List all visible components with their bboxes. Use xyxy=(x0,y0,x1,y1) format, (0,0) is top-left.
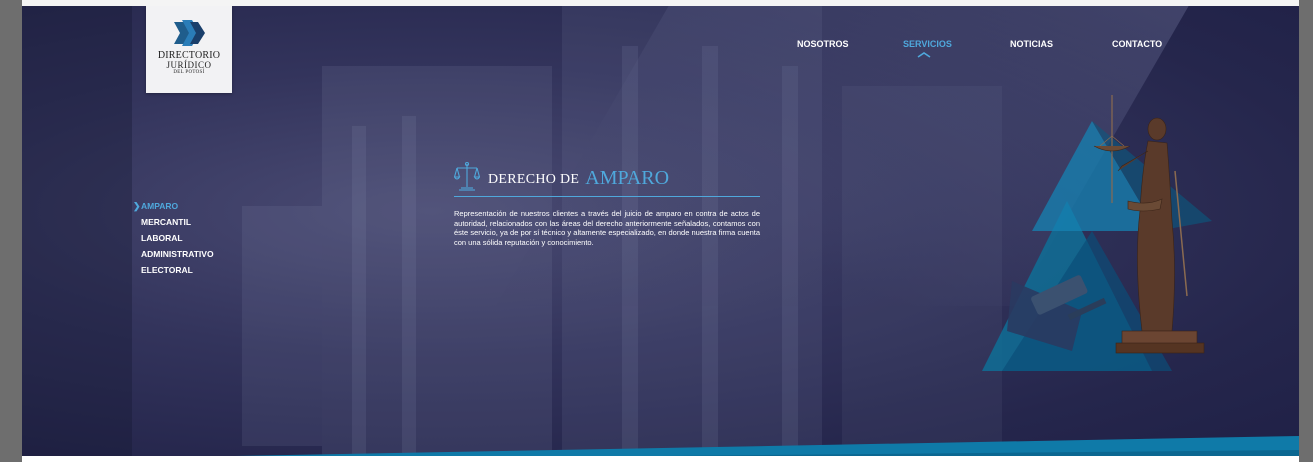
scales-of-justice-icon xyxy=(454,161,480,191)
sidebar-item-administrativo[interactable]: ADMINISTRATIVO xyxy=(133,246,214,262)
chevron-right-icon: ❯ xyxy=(133,201,141,211)
sidebar-item-laboral[interactable]: LABORAL xyxy=(133,230,214,246)
building-shadow-left xyxy=(22,6,132,462)
heading-title: AMPARO xyxy=(585,167,670,189)
sidebar-item-mercantil[interactable]: MERCANTIL xyxy=(133,214,214,230)
heading-divider xyxy=(454,196,760,197)
column xyxy=(402,116,416,456)
sidebar-item-amparo[interactable]: ❯ AMPARO xyxy=(133,198,214,214)
column xyxy=(352,126,366,456)
nav-item-nosotros[interactable]: NOSOTROS xyxy=(797,39,849,49)
heading-prefix: DERECHO DE xyxy=(488,172,580,187)
hero-section: DIRECTORIO JURÍDICO DEL POTOSÍ NOSOTROS … xyxy=(22,6,1299,462)
browser-frame-right xyxy=(1299,0,1313,462)
building-tower xyxy=(242,206,322,446)
browser-frame-left xyxy=(0,0,22,462)
nav-item-contacto[interactable]: CONTACTO xyxy=(1112,39,1162,49)
logo-chevrons-icon xyxy=(174,20,205,46)
page-bottom-strip xyxy=(22,456,1299,462)
service-content: DERECHO DE AMPARO Representación de nues… xyxy=(454,151,760,247)
service-heading: DERECHO DE AMPARO xyxy=(454,151,760,191)
nav-item-label: SERVICIOS xyxy=(903,39,952,49)
nav-item-noticias[interactable]: NOTICIAS xyxy=(1010,39,1053,49)
services-sidebar: ❯ AMPARO MERCANTIL LABORAL ADMINISTRATIV… xyxy=(133,198,214,278)
logo-line-2: JURÍDICO xyxy=(166,60,212,70)
sidebar-item-electoral[interactable]: ELECTORAL xyxy=(133,262,214,278)
sidebar-item-label: AMPARO xyxy=(141,201,179,211)
nav-item-servicios[interactable]: SERVICIOS xyxy=(903,39,952,58)
justice-statue-illustration xyxy=(982,95,1212,371)
service-description: Representación de nuestros clientes a tr… xyxy=(454,209,760,247)
site-logo[interactable]: DIRECTORIO JURÍDICO DEL POTOSÍ xyxy=(146,6,232,93)
chevron-up-icon xyxy=(917,52,931,58)
logo-line-3: DEL POTOSÍ xyxy=(173,70,205,75)
